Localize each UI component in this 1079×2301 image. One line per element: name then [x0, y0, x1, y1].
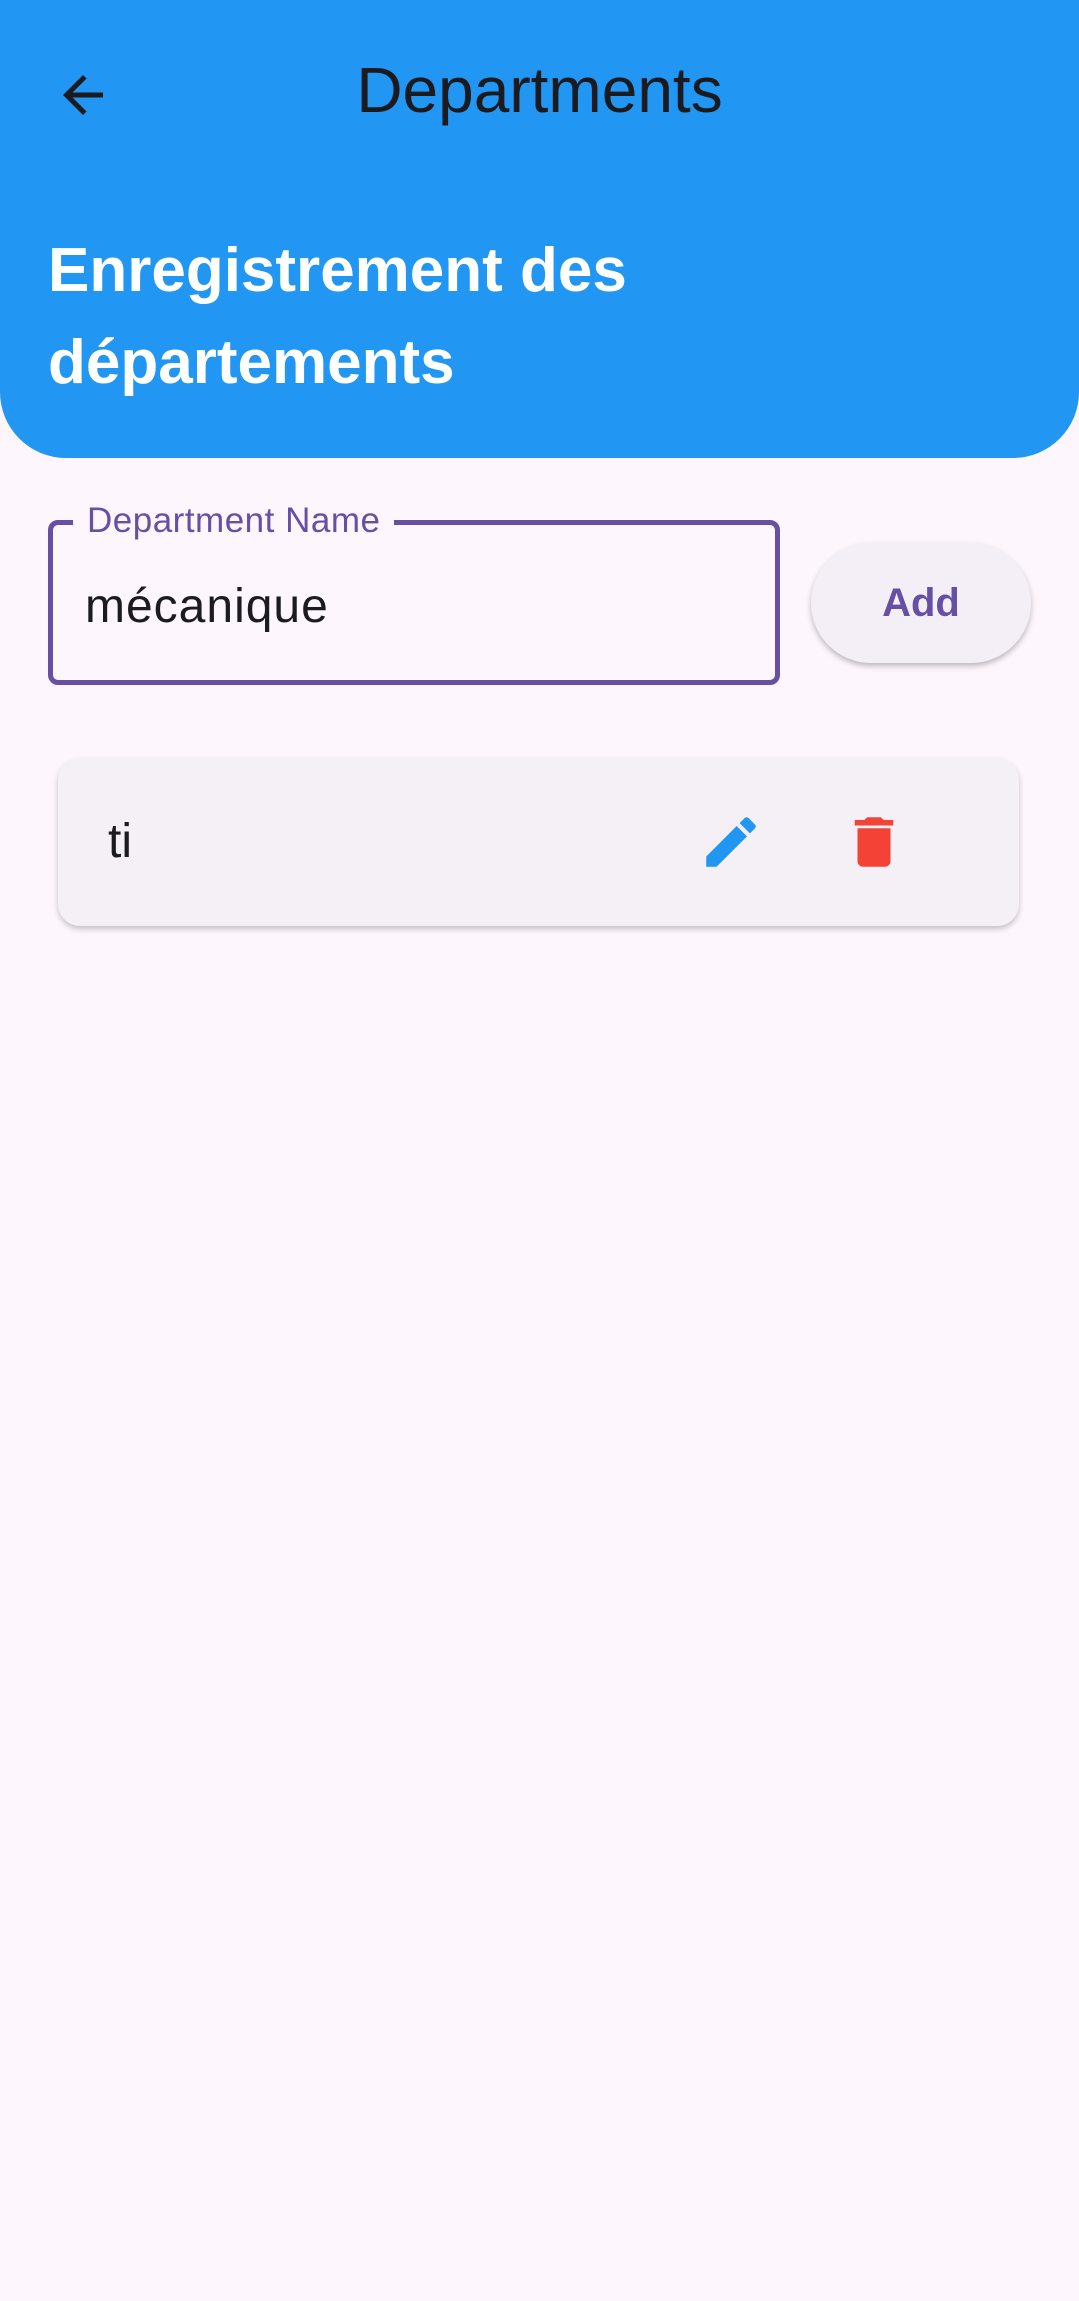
- pencil-icon: [706, 817, 756, 867]
- department-name: ti: [108, 815, 132, 868]
- department-name-field[interactable]: Department Name: [48, 501, 780, 685]
- list-item: ti: [58, 758, 1019, 926]
- department-name-label: Department Name: [73, 501, 395, 541]
- edit-button[interactable]: [681, 792, 781, 892]
- trash-icon: [854, 817, 894, 867]
- page-title: Departments: [356, 54, 723, 126]
- delete-button[interactable]: [824, 792, 924, 892]
- header-heading: Enregistrement des départements: [48, 236, 627, 397]
- header: Departments Enregistrement des départeme…: [0, 0, 1079, 458]
- add-button[interactable]: Add: [811, 543, 1031, 663]
- department-name-input[interactable]: [83, 565, 747, 647]
